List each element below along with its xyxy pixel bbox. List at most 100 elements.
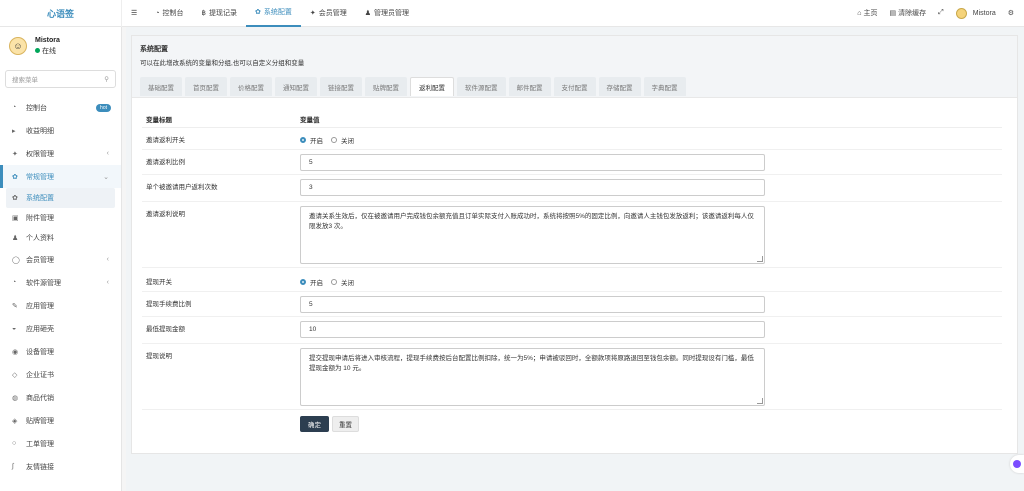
device-icon: ◉: [12, 348, 19, 356]
sidebar-search-input[interactable]: 搜索菜单 ⚲: [5, 70, 116, 88]
invite-switch-label: 邀请返利开关: [146, 137, 185, 144]
invite-times-input[interactable]: 3: [300, 179, 765, 196]
topnav-withdraw-records[interactable]: ฿提现记录: [193, 0, 246, 27]
withdraw-fee-input[interactable]: 5: [300, 296, 765, 313]
avatar: [955, 7, 967, 19]
submit-button[interactable]: 确定: [300, 416, 329, 432]
invite-times-label: 单个被邀请用户返利次数: [146, 184, 218, 191]
tab-email[interactable]: 邮件配置: [508, 77, 551, 96]
sidebar-item-dashboard[interactable]: ◔ 控制台 hot: [0, 96, 121, 119]
flag-icon: ▸: [12, 127, 16, 135]
page-description: 可以在此增改系统的变量和分组,也可以自定义分组和变量: [140, 60, 305, 67]
leaf-icon: ✎: [12, 302, 18, 310]
form-row-withdraw-switch: 提现开关 开启 关闭: [142, 270, 1002, 292]
sidebar-item-devices[interactable]: ◉ 设备管理: [0, 340, 121, 363]
tab-homepage[interactable]: 首页配置: [185, 77, 227, 96]
page-title: 系统配置: [140, 46, 168, 53]
tab-links[interactable]: 链接配置: [320, 77, 362, 96]
invite-ratio-input[interactable]: 5: [300, 154, 765, 171]
sidebar-item-friend-links[interactable]: ∫ 友情链接: [0, 455, 121, 478]
withdraw-min-input[interactable]: 10: [300, 321, 765, 338]
user-status: 在线: [35, 46, 60, 56]
withdraw-min-label: 最低提现金额: [146, 326, 185, 333]
user-icon: ♟: [364, 10, 372, 17]
sidebar-item-oem[interactable]: ◈ 贴牌管理: [0, 409, 121, 432]
invite-switch-off-radio[interactable]: [331, 137, 337, 143]
tab-payment[interactable]: 支付配置: [553, 77, 596, 96]
sidebar-item-system-config[interactable]: ✿ 系统配置: [6, 188, 115, 208]
sidebar-item-apps[interactable]: ✎ 应用管理: [0, 294, 121, 317]
adjust-icon: ◒: [12, 325, 17, 332]
tag-icon: ◈: [12, 417, 18, 425]
topnav-system-config[interactable]: ✿ 系统配置: [245, 0, 301, 27]
withdraw-switch-on-radio[interactable]: [300, 279, 306, 285]
topnav-dashboard[interactable]: ◔ 控制台: [146, 0, 192, 27]
tab-rebate[interactable]: 返利配置: [410, 77, 454, 96]
dashboard-icon: ◔: [155, 9, 160, 17]
topnav-member-management[interactable]: ✦ 会员管理: [301, 0, 356, 27]
sidebar-item-software-sources[interactable]: ◔ 软件源管理 ‹: [0, 271, 121, 294]
config-panel: 系统配置 可以在此增改系统的变量和分组,也可以自定义分组和变量 基础配置 首页配…: [131, 35, 1018, 454]
group-icon: ✦: [12, 150, 18, 158]
chevron-down-icon: ⌄: [103, 173, 109, 181]
form-row-invite-desc: 邀请返利说明 邀请关系生效后，仅在被邀请用户完成钱包余额充值且订单实际支付入账成…: [142, 202, 1002, 268]
users-icon: ✦: [309, 10, 316, 17]
invite-switch-on-radio[interactable]: [300, 137, 306, 143]
sidebar-item-profile[interactable]: ♟ 个人资料: [0, 228, 121, 248]
column-value-header: 变量值: [300, 116, 320, 124]
tab-price[interactable]: 价格配置: [230, 77, 272, 96]
tab-oem[interactable]: 贴牌配置: [365, 77, 407, 96]
hot-badge: hot: [96, 103, 111, 112]
top-right-actions: ⌂ 主页 ▤ 清除缓存 ⤢ Mistora ⚙: [851, 0, 1024, 27]
user-icon: ♟: [12, 235, 19, 242]
brand-logo[interactable]: 心语签: [0, 0, 122, 27]
sidebar-item-general[interactable]: ✿ 常规管理 ⌄: [0, 165, 121, 188]
withdraw-switch-off-radio[interactable]: [331, 279, 337, 285]
gear-icon: ✿: [12, 195, 18, 202]
settings-gear-icon[interactable]: ⚙: [1002, 9, 1020, 17]
user-name: Mistora: [35, 36, 60, 44]
sidebar-item-attachments[interactable]: ▣ 附件管理: [0, 208, 121, 228]
user-menu[interactable]: Mistora: [950, 7, 1002, 19]
sidebar-item-certificates[interactable]: ◇ 企业证书: [0, 363, 121, 386]
sidebar-item-app-decrypt[interactable]: ◒ 应用砸壳: [0, 317, 121, 340]
topnav-admin-management[interactable]: ♟ 管理员管理: [356, 0, 418, 27]
sidebar-item-earnings[interactable]: ▸ 收益明细: [0, 119, 121, 142]
clear-cache-button[interactable]: ▤ 清除缓存: [884, 8, 933, 18]
invite-switch-radios: 开启 关闭: [300, 135, 354, 145]
dashboard-icon: ◔: [12, 279, 17, 286]
diamond-icon: ◇: [12, 371, 18, 379]
user-panel: ☺ Mistora 在线: [0, 27, 121, 65]
withdraw-desc-textarea[interactable]: 提交提现申请后将进入审核流程，提现手续费按后台配置比例扣除，统一为5%；申请被驳…: [300, 348, 765, 406]
chevron-left-icon: ‹: [106, 256, 109, 263]
invite-desc-label: 邀请返利说明: [146, 211, 185, 218]
gear-icon: ✿: [254, 9, 261, 16]
withdraw-switch-label: 提现开关: [146, 279, 172, 286]
sidebar-item-tickets[interactable]: ○ 工单管理: [0, 432, 121, 455]
fullscreen-icon[interactable]: ⤢: [932, 9, 950, 17]
sidebar-item-permissions[interactable]: ✦ 权限管理 ‹: [0, 142, 121, 165]
sidebar-item-members[interactable]: ◯ 会员管理 ‹: [0, 248, 121, 271]
general-submenu: ✿ 系统配置 ▣ 附件管理 ♟ 个人资料: [0, 188, 121, 248]
floating-assistant-icon[interactable]: [1010, 455, 1024, 473]
tab-software-source[interactable]: 软件源配置: [457, 77, 506, 96]
home-link[interactable]: ⌂ 主页: [851, 8, 883, 18]
form-row-invite-ratio: 邀请返利比例 5: [142, 150, 1002, 175]
top-nav: ☰ ◔ 控制台 ฿提现记录 ✿ 系统配置 ✦ 会员管理 ♟ 管理员管理: [122, 0, 418, 27]
sidebar-scrollbar[interactable]: [122, 27, 126, 491]
tab-dictionary[interactable]: 字典配置: [643, 77, 686, 96]
tab-storage[interactable]: 存储配置: [598, 77, 641, 96]
sidebar-item-consignment[interactable]: ◍ 商品代销: [0, 386, 121, 409]
tab-notification[interactable]: 通知配置: [275, 77, 317, 96]
column-title-header: 变量标题: [146, 116, 172, 124]
tab-basic[interactable]: 基础配置: [140, 77, 182, 96]
user-circle-icon: ◯: [12, 256, 20, 264]
menu-toggle-icon[interactable]: ☰: [122, 0, 146, 27]
form-column-headers: 变量标题 变量值: [142, 110, 1002, 128]
image-icon: ▣: [12, 215, 19, 222]
reset-button[interactable]: 重置: [332, 416, 359, 432]
bitcoin-icon: ฿: [201, 10, 206, 17]
invite-ratio-label: 邀请返利比例: [146, 159, 185, 166]
form-row-invite-switch: 邀请返利开关 开启 关闭: [142, 128, 1002, 150]
invite-desc-textarea[interactable]: 邀请关系生效后，仅在被邀请用户完成钱包余额充值且订单实际支付入账成功时，系统将按…: [300, 206, 765, 264]
